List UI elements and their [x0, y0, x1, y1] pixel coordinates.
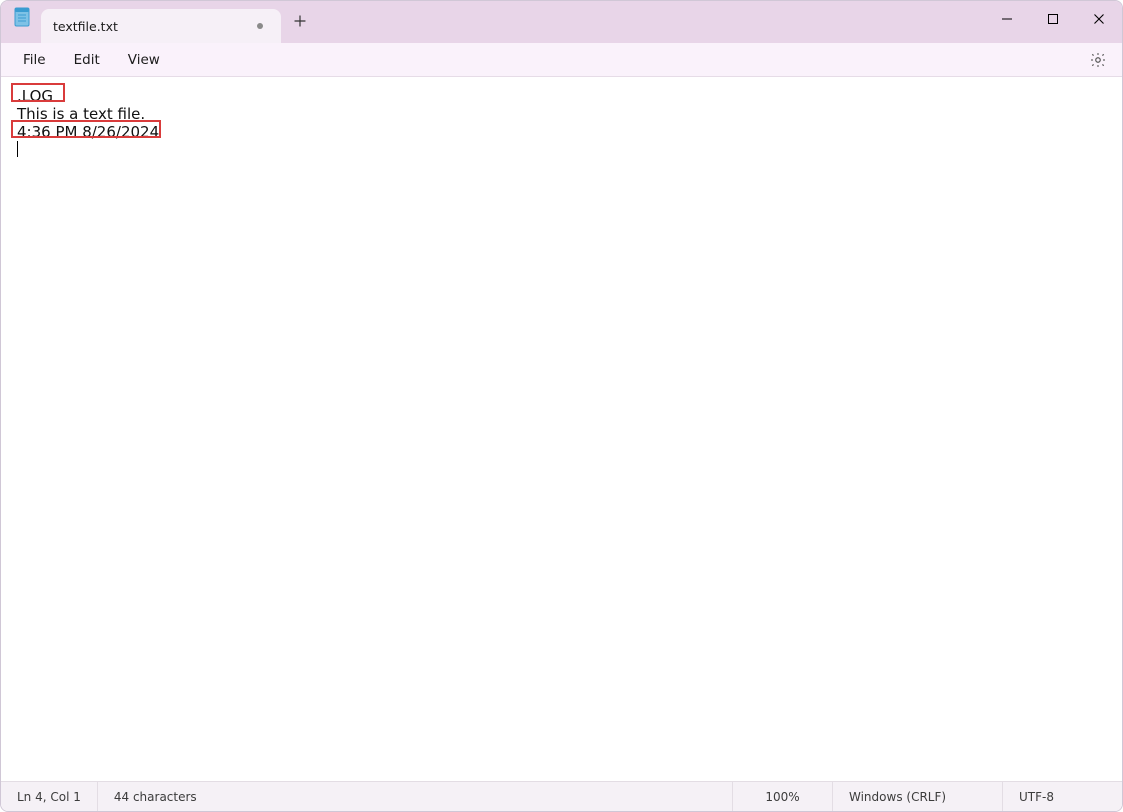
editor-line: .LOG [17, 87, 1106, 105]
status-line-ending[interactable]: Windows (CRLF) [832, 782, 1002, 811]
status-encoding[interactable]: UTF-8 [1002, 782, 1122, 811]
menu-bar: File Edit View [1, 43, 1122, 77]
minimize-button[interactable] [984, 1, 1030, 37]
editor-line: This is a text file. [17, 105, 1106, 123]
tab-title: textfile.txt [53, 19, 251, 34]
status-cursor-position[interactable]: Ln 4, Col 1 [1, 782, 98, 811]
status-zoom[interactable]: 100% [732, 782, 832, 811]
editor-line [17, 141, 1106, 159]
gear-icon [1089, 51, 1107, 69]
editor-line: 4:36 PM 8/26/2024 [17, 123, 1106, 141]
window-controls [984, 1, 1122, 37]
text-cursor [17, 141, 18, 157]
close-button[interactable] [1076, 1, 1122, 37]
tab-strip: textfile.txt [41, 1, 315, 43]
notepad-window: textfile.txt File Edit View [0, 0, 1123, 812]
status-bar: Ln 4, Col 1 44 characters 100% Windows (… [1, 781, 1122, 811]
maximize-button[interactable] [1030, 1, 1076, 37]
modified-indicator-icon[interactable] [257, 23, 263, 29]
status-char-count: 44 characters [98, 782, 213, 811]
menu-edit[interactable]: Edit [60, 46, 114, 74]
notepad-app-icon [13, 6, 31, 28]
new-tab-button[interactable] [285, 6, 315, 36]
settings-button[interactable] [1084, 46, 1112, 74]
text-editor[interactable]: .LOG This is a text file. 4:36 PM 8/26/2… [1, 77, 1122, 781]
menu-view[interactable]: View [114, 46, 174, 74]
title-bar: textfile.txt [1, 1, 1122, 43]
menu-file[interactable]: File [9, 46, 60, 74]
tab-active[interactable]: textfile.txt [41, 9, 281, 43]
